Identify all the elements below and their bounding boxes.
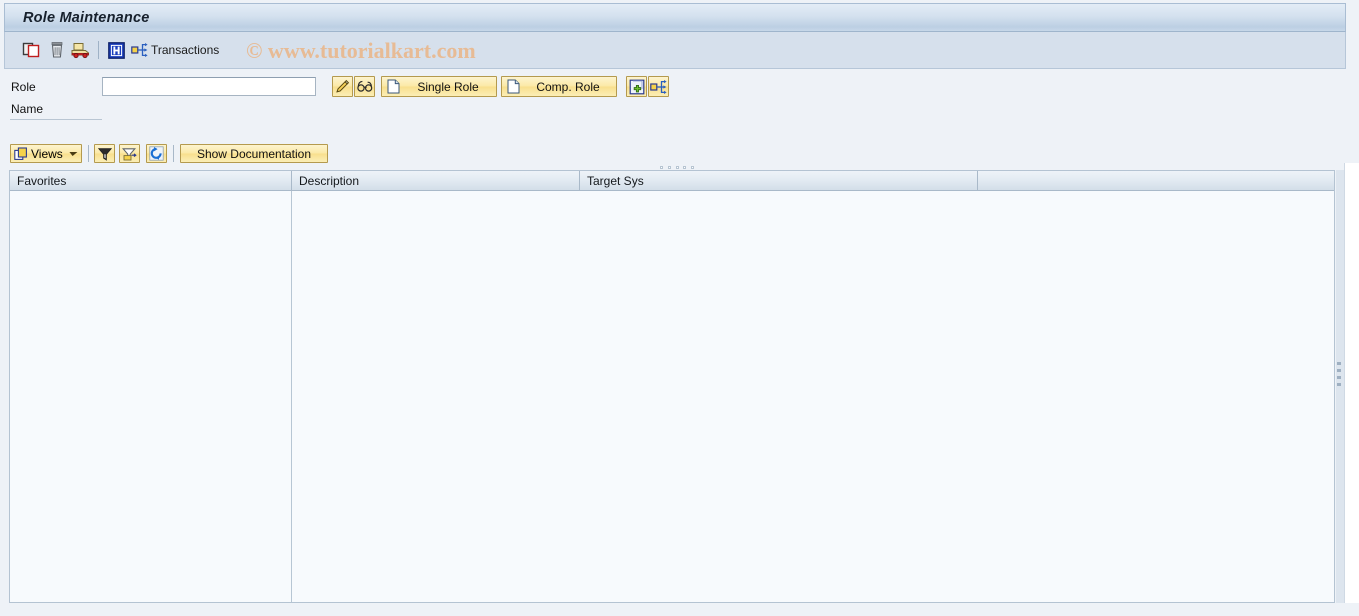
views-button[interactable]: Views — [10, 144, 82, 163]
change-role-button[interactable] — [332, 76, 353, 97]
name-label: Name — [11, 102, 44, 116]
refresh-button[interactable] — [146, 144, 167, 163]
transactions-button[interactable]: Transactions — [131, 38, 219, 62]
table-column-rest — [292, 191, 1334, 602]
chevron-down-icon — [68, 151, 78, 156]
create-new-icon — [629, 79, 644, 94]
delete-filter-button[interactable] — [119, 144, 140, 163]
right-gutter — [1344, 163, 1359, 609]
application-toolbar: Transactions — [4, 32, 1346, 69]
pencil-icon — [336, 79, 350, 93]
role-input[interactable] — [102, 77, 316, 96]
views-separator-2 — [173, 145, 174, 162]
copy-button[interactable] — [19, 38, 43, 62]
page-title: Role Maintenance — [23, 10, 150, 26]
transactions-icon — [650, 79, 667, 94]
vertical-splitter-grip[interactable] — [1337, 362, 1342, 386]
delete-filter-icon — [122, 147, 137, 161]
transactions-icon — [131, 43, 148, 57]
delete-button[interactable] — [45, 38, 69, 62]
filter-icon — [97, 147, 112, 161]
views-toolbar: Views Show Documentation — [0, 141, 1359, 165]
column-header-target-sys[interactable]: Target Sys — [580, 171, 978, 191]
transactions-label: Transactions — [151, 43, 220, 57]
composite-role-label: Comp. Role — [536, 79, 600, 94]
table-body — [10, 191, 1334, 602]
single-role-button[interactable]: Single Role — [381, 76, 497, 97]
document-icon — [507, 79, 520, 94]
vertical-splitter[interactable] — [1336, 170, 1344, 603]
single-role-label: Single Role — [417, 79, 479, 94]
column-header-empty[interactable] — [978, 171, 1334, 191]
show-documentation-button[interactable]: Show Documentation — [180, 144, 328, 163]
table-column-favorites — [10, 191, 292, 602]
document-icon — [387, 79, 400, 94]
views-separator-1 — [88, 145, 89, 162]
refresh-icon — [149, 146, 164, 161]
trash-icon — [51, 42, 63, 58]
table-header-row: Favorites Description Target Sys — [10, 171, 1334, 191]
composite-role-button[interactable]: Comp. Role — [501, 76, 617, 97]
filter-button[interactable] — [94, 144, 115, 163]
favorites-table: Favorites Description Target Sys — [9, 170, 1335, 603]
views-label: Views — [31, 146, 63, 161]
truck-icon — [71, 43, 89, 59]
views-icon — [14, 146, 27, 160]
info-icon — [107, 41, 125, 59]
copy-icon — [22, 42, 40, 58]
sap-role-maintenance-window: Role Maintenance Transactions © www.tuto… — [0, 0, 1359, 616]
information-button[interactable] — [105, 38, 127, 62]
name-value-underline — [10, 119, 102, 120]
display-role-button[interactable] — [354, 76, 375, 97]
window-title-bar: Role Maintenance — [4, 3, 1346, 32]
glasses-icon — [356, 80, 372, 92]
column-header-favorites[interactable]: Favorites — [10, 171, 292, 191]
role-label: Role — [11, 80, 36, 94]
create-role-button[interactable] — [626, 76, 647, 97]
watermark-text: © www.tutorialkart.com — [246, 38, 476, 63]
assign-transactions-button[interactable] — [648, 76, 669, 97]
toolbar-separator — [98, 41, 99, 59]
show-documentation-label: Show Documentation — [196, 146, 312, 161]
column-header-description[interactable]: Description — [292, 171, 580, 191]
status-strip — [0, 603, 1359, 616]
transport-button[interactable] — [69, 38, 93, 62]
